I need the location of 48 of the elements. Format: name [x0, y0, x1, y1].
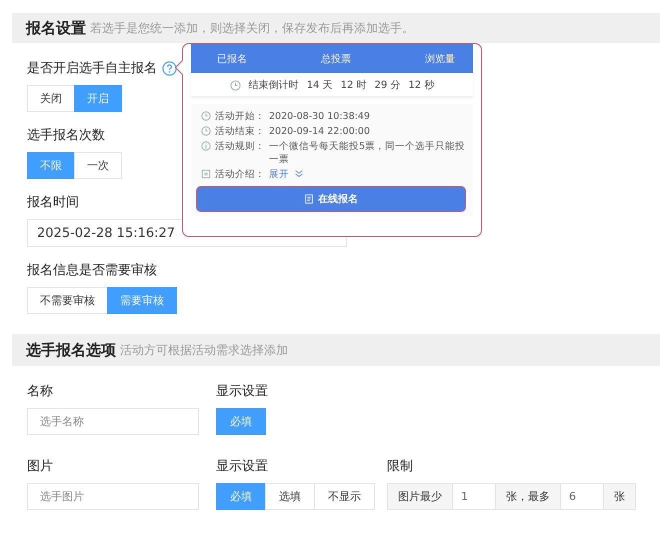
info-value: 一个微信号每天能投5票，同一个选手只能投一票 — [269, 140, 466, 166]
field-label: 图片 — [27, 458, 54, 475]
stat-label: 总投票 — [321, 52, 351, 66]
field-label: 名称 — [27, 383, 54, 400]
field-label: 限制 — [387, 458, 414, 475]
field-label: 选手报名次数 — [27, 127, 105, 144]
info-label: 活动介绍： — [215, 168, 265, 181]
info-value: 2020-08-30 10:38:49 — [269, 110, 371, 123]
field-label: 报名信息是否需要审核 — [27, 262, 157, 279]
info-label: 活动规则： — [215, 140, 265, 153]
info-value: 2020-09-14 22:00:00 — [269, 125, 371, 138]
countdown-value: 12 秒 — [408, 78, 434, 92]
clock-icon — [230, 80, 241, 90]
help-icon[interactable] — [162, 60, 177, 76]
countdown-value: 14 天 — [306, 78, 333, 92]
toggle-option[interactable]: 一次 — [74, 152, 122, 179]
section-hint: 活动方可根据活动需求选择添加 — [120, 342, 288, 358]
section-hint: 若选手是您统一添加，则选择关闭，保存发布后再添加选手。 — [90, 20, 414, 36]
field-label: 显示设置 — [216, 458, 269, 475]
toggle-option[interactable]: 不需要审核 — [27, 287, 108, 314]
text-input[interactable]: 选手名称 — [27, 408, 199, 435]
stat-label: 浏览量 — [425, 52, 455, 66]
document-icon — [304, 194, 314, 204]
countdown-value: 12 时 — [340, 78, 366, 92]
toggle-option[interactable]: 选填 — [265, 483, 315, 510]
info-label: 活动结束： — [215, 125, 265, 138]
toggle-option[interactable]: 关闭 — [27, 85, 75, 112]
expand-link[interactable]: 展开 — [269, 168, 289, 181]
limit-label: 图片最少 — [388, 484, 452, 509]
field-label: 报名时间 — [27, 194, 79, 211]
document-icon — [201, 169, 211, 179]
section-title: 选手报名选项 — [26, 340, 116, 360]
clock-icon — [201, 111, 211, 121]
chevron-down-icon[interactable] — [293, 169, 305, 179]
info-label: 活动开始： — [215, 110, 265, 123]
text-input[interactable]: 选手图片 — [27, 483, 199, 510]
clock-icon — [201, 126, 211, 136]
limit-label: 张，最多 — [495, 484, 560, 509]
limit-label: 张 — [603, 484, 635, 509]
countdown-label: 结束倒计时 — [248, 78, 299, 92]
field-label: 是否开启选手自主报名 — [27, 60, 157, 77]
section-title: 报名设置 — [26, 18, 86, 38]
stat-label: 已报名 — [217, 52, 247, 66]
info-icon — [201, 141, 211, 151]
countdown-value: 29 分 — [374, 78, 400, 92]
field-label: 显示设置 — [216, 383, 269, 400]
signup-button[interactable]: 在线报名 — [196, 186, 466, 212]
toggle-option[interactable]: 不显示 — [314, 483, 375, 510]
